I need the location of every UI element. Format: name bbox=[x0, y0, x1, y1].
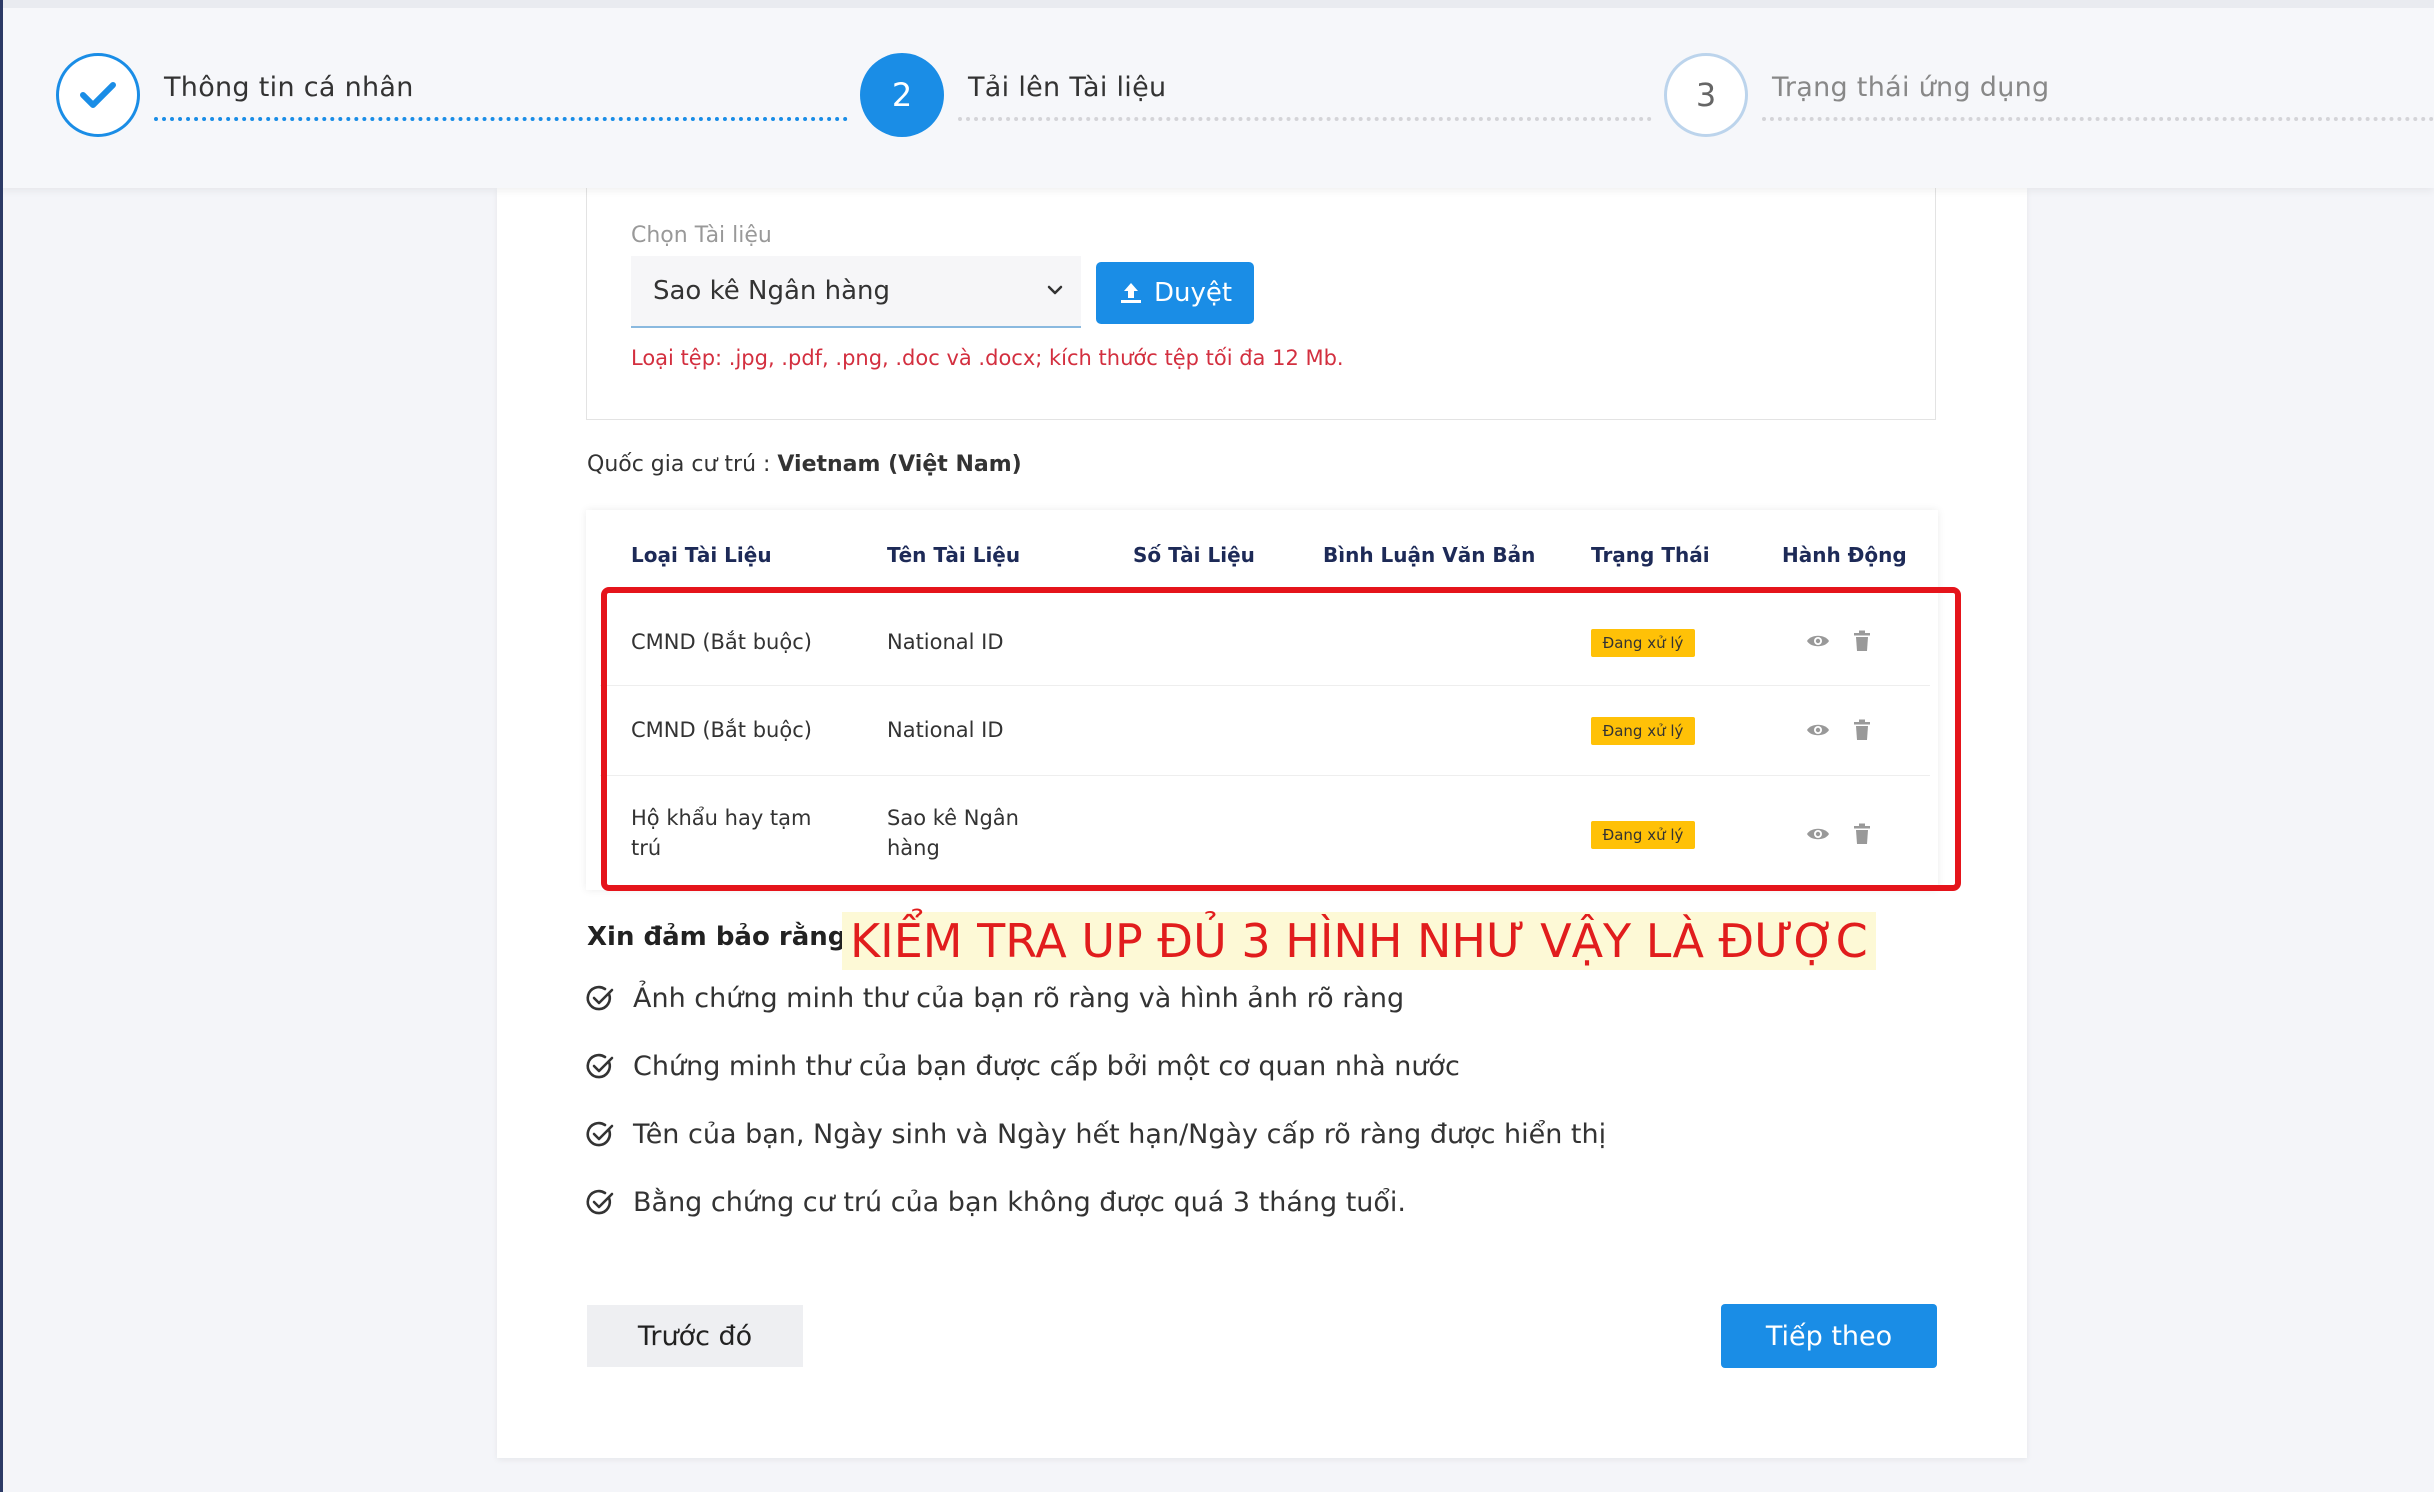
requirement-text: Chứng minh thư của bạn được cấp bởi một … bbox=[633, 1051, 1460, 1082]
step-1-label: Thông tin cá nhân bbox=[164, 72, 414, 103]
document-type-select[interactable]: Sao kê Ngân hàng bbox=[631, 256, 1081, 328]
check-circle-icon bbox=[586, 985, 614, 1010]
requirement-text: Bằng chứng cư trú của bạn không được quá… bbox=[633, 1187, 1407, 1218]
step-1-circle[interactable] bbox=[56, 53, 140, 137]
requirements-title: Xin đảm bảo rằng : bbox=[587, 922, 866, 952]
requirement-item: Chứng minh thư của bạn được cấp bởi một … bbox=[585, 1051, 1460, 1082]
th-document-type[interactable]: Loại Tài Liệu bbox=[631, 543, 772, 567]
th-document-number[interactable]: Số Tài Liệu bbox=[1133, 543, 1255, 567]
step-1-connector bbox=[154, 117, 848, 121]
previous-button[interactable]: Trước đó bbox=[587, 1305, 803, 1367]
next-button[interactable]: Tiếp theo bbox=[1721, 1304, 1937, 1368]
requirement-item: Bằng chứng cư trú của bạn không được quá… bbox=[585, 1187, 1406, 1218]
requirement-item: Ảnh chứng minh thư của bạn rõ ràng và hì… bbox=[585, 983, 1404, 1014]
step-3-circle[interactable]: 3 bbox=[1664, 53, 1748, 137]
step-3-connector bbox=[1762, 117, 2434, 121]
stepper-header: Thông tin cá nhân 2 Tải lên Tài liệu 3 T… bbox=[0, 0, 2434, 188]
upload-icon bbox=[1120, 283, 1141, 303]
step-2-circle[interactable]: 2 bbox=[860, 53, 944, 137]
file-type-hint: Loại tệp: .jpg, .pdf, .png, .doc và .doc… bbox=[631, 346, 1344, 370]
browse-label: Duyệt bbox=[1153, 278, 1233, 308]
choose-document-label: Chọn Tài liệu bbox=[631, 223, 772, 248]
th-comment[interactable]: Bình Luận Văn Bản bbox=[1323, 543, 1535, 567]
check-circle-icon bbox=[586, 1121, 614, 1146]
requirement-item: Tên của bạn, Ngày sinh và Ngày hết hạn/N… bbox=[585, 1119, 1606, 1150]
requirement-text: Ảnh chứng minh thư của bạn rõ ràng và hì… bbox=[633, 983, 1405, 1014]
left-edge-line bbox=[0, 0, 3, 1492]
th-status[interactable]: Trạng Thái bbox=[1591, 543, 1710, 567]
th-action[interactable]: Hành Động bbox=[1782, 543, 1907, 567]
requirement-text: Tên của bạn, Ngày sinh và Ngày hết hạn/N… bbox=[633, 1119, 1607, 1150]
step-2-label: Tải lên Tài liệu bbox=[968, 72, 1167, 103]
country-label: Quốc gia cư trú : bbox=[587, 452, 778, 477]
checkmark-icon bbox=[80, 82, 116, 108]
highlight-box-annotation bbox=[601, 587, 1961, 891]
step-3-label: Trạng thái ứng dụng bbox=[1772, 72, 2050, 103]
step-2-connector bbox=[958, 117, 1652, 121]
country-of-residence: Quốc gia cư trú : Vietnam (Việt Nam) bbox=[587, 452, 1022, 477]
country-value: Vietnam (Việt Nam) bbox=[777, 452, 1022, 477]
chevron-down-icon bbox=[1047, 285, 1063, 295]
th-document-name[interactable]: Tên Tài Liệu bbox=[887, 543, 1020, 567]
browse-button[interactable]: Duyệt bbox=[1096, 262, 1254, 324]
top-border bbox=[0, 0, 2434, 8]
selected-document-text: Sao kê Ngân hàng bbox=[653, 276, 891, 306]
check-circle-icon bbox=[586, 1189, 614, 1214]
check-circle-icon bbox=[586, 1053, 614, 1078]
annotation-text: KIỂM TRA UP ĐỦ 3 HÌNH NHƯ VẬY LÀ ĐƯỢC bbox=[842, 912, 1876, 970]
